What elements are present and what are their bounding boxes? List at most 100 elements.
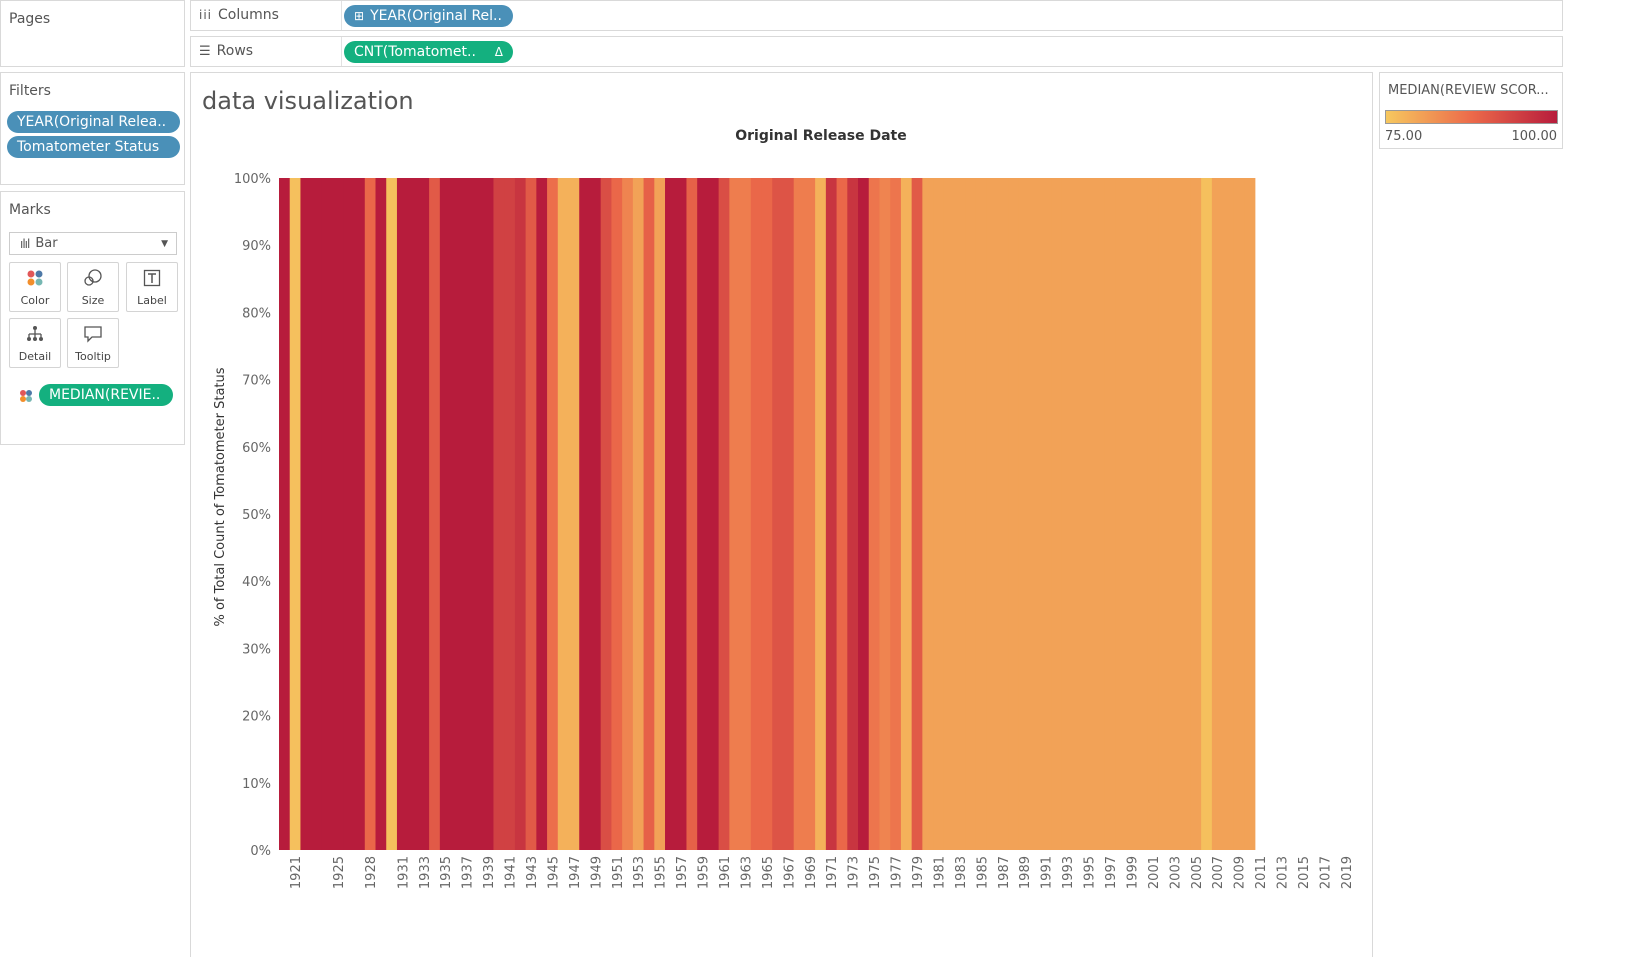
bar-1998[interactable] bbox=[1115, 178, 1127, 850]
bar-1967[interactable] bbox=[782, 178, 795, 850]
bar-1969[interactable] bbox=[804, 178, 816, 850]
bar-1977[interactable] bbox=[890, 178, 902, 850]
bar-1955[interactable] bbox=[654, 178, 666, 850]
bar-1978[interactable] bbox=[900, 178, 913, 850]
bar-1920[interactable] bbox=[279, 178, 291, 850]
bar-1996[interactable] bbox=[1093, 178, 1106, 850]
bar-1991[interactable] bbox=[1040, 178, 1052, 850]
bar-1985[interactable] bbox=[975, 178, 988, 850]
bar-1930[interactable] bbox=[386, 178, 398, 850]
bar-2002[interactable] bbox=[1158, 178, 1170, 850]
bar-1933[interactable] bbox=[418, 178, 430, 850]
bar-1941[interactable] bbox=[504, 178, 516, 850]
bar-1959[interactable] bbox=[697, 178, 709, 850]
bar-1981[interactable] bbox=[933, 178, 945, 850]
columns-shelf[interactable]: iii Columns ⊞ YEAR(Original Rel.. bbox=[190, 0, 1563, 31]
bar-1931[interactable] bbox=[396, 178, 409, 850]
bar-1958[interactable] bbox=[686, 178, 698, 850]
bar-1956[interactable] bbox=[665, 178, 677, 850]
bar-1982[interactable] bbox=[943, 178, 956, 850]
bar-1976[interactable] bbox=[879, 178, 891, 850]
label-card[interactable]: Label bbox=[126, 262, 178, 312]
bar-1945[interactable] bbox=[547, 178, 559, 850]
bar-1999[interactable] bbox=[1126, 178, 1138, 850]
bar-1936[interactable] bbox=[450, 178, 462, 850]
bar-1952[interactable] bbox=[622, 178, 634, 850]
bar-1942[interactable] bbox=[514, 178, 527, 850]
bar-1943[interactable] bbox=[525, 178, 537, 850]
bar-1926[interactable] bbox=[343, 178, 355, 850]
bar-2003[interactable] bbox=[1168, 178, 1181, 850]
bar-2000[interactable] bbox=[1136, 178, 1149, 850]
bar-1997[interactable] bbox=[1104, 178, 1116, 850]
bar-1974[interactable] bbox=[858, 178, 870, 850]
filter-tomatometer-pill[interactable]: Tomatometer Status bbox=[7, 136, 180, 158]
bar-1962[interactable] bbox=[729, 178, 741, 850]
bar-2005[interactable] bbox=[1190, 178, 1202, 850]
bar-1972[interactable] bbox=[836, 178, 848, 850]
bar-1971[interactable] bbox=[825, 178, 838, 850]
bar-1953[interactable] bbox=[632, 178, 645, 850]
bar-1921[interactable] bbox=[289, 178, 302, 850]
bar-2008[interactable] bbox=[1222, 178, 1234, 850]
bar-1987[interactable] bbox=[997, 178, 1009, 850]
bar-1992[interactable] bbox=[1051, 178, 1063, 850]
bar-1947[interactable] bbox=[568, 178, 580, 850]
bar-1939[interactable] bbox=[482, 178, 495, 850]
bar-1960[interactable] bbox=[707, 178, 720, 850]
bar-1948[interactable] bbox=[579, 178, 591, 850]
bar-1980[interactable] bbox=[922, 178, 934, 850]
bar-2010[interactable] bbox=[1244, 178, 1256, 850]
bar-2009[interactable] bbox=[1233, 178, 1245, 850]
bar-2001[interactable] bbox=[1147, 178, 1159, 850]
columns-year-pill[interactable]: ⊞ YEAR(Original Rel.. bbox=[344, 5, 513, 27]
bar-2006[interactable] bbox=[1201, 178, 1213, 850]
bar-1983[interactable] bbox=[954, 178, 966, 850]
bar-1988[interactable] bbox=[1008, 178, 1020, 850]
bar-1924[interactable] bbox=[321, 178, 334, 850]
bar-1964[interactable] bbox=[750, 178, 763, 850]
bar-1975[interactable] bbox=[868, 178, 881, 850]
bar-1923[interactable] bbox=[311, 178, 323, 850]
bar-1937[interactable] bbox=[461, 178, 473, 850]
bar-1973[interactable] bbox=[847, 178, 859, 850]
bar-1940[interactable] bbox=[493, 178, 505, 850]
bar-1970[interactable] bbox=[815, 178, 827, 850]
filter-year-pill[interactable]: YEAR(Original Relea.. bbox=[7, 111, 180, 133]
bar-1957[interactable] bbox=[675, 178, 688, 850]
bar-1965[interactable] bbox=[761, 178, 773, 850]
tooltip-card[interactable]: Tooltip bbox=[67, 318, 119, 368]
color-median-pill[interactable]: MEDIAN(REVIE.. bbox=[39, 384, 173, 406]
bar-1968[interactable] bbox=[793, 178, 806, 850]
color-card[interactable]: Color bbox=[9, 262, 61, 312]
bar-1966[interactable] bbox=[772, 178, 784, 850]
bar-1993[interactable] bbox=[1061, 178, 1074, 850]
bar-1929[interactable] bbox=[375, 178, 387, 850]
bar-1994[interactable] bbox=[1072, 178, 1084, 850]
color-legend-panel[interactable]: MEDIAN(REVIEW SCOR... 75.00 100.00 bbox=[1379, 72, 1563, 149]
rows-cnt-pill[interactable]: CNT(Tomatomet.. Δ bbox=[344, 41, 513, 63]
bar-1935[interactable] bbox=[439, 178, 452, 850]
bar-1950[interactable] bbox=[600, 178, 613, 850]
detail-card[interactable]: Detail bbox=[9, 318, 61, 368]
mark-type-dropdown[interactable]: ılıl Bar ▼ bbox=[9, 232, 177, 255]
bar-1984[interactable] bbox=[965, 178, 977, 850]
bar-1990[interactable] bbox=[1029, 178, 1041, 850]
bar-1944[interactable] bbox=[536, 178, 548, 850]
bar-1934[interactable] bbox=[429, 178, 441, 850]
bar-1954[interactable] bbox=[643, 178, 655, 850]
bar-1922[interactable] bbox=[300, 178, 312, 850]
bar-1986[interactable] bbox=[986, 178, 999, 850]
bar-1938[interactable] bbox=[472, 178, 484, 850]
bar-2004[interactable] bbox=[1179, 178, 1192, 850]
bar-1963[interactable] bbox=[740, 178, 752, 850]
bar-1927[interactable] bbox=[354, 178, 366, 850]
bar-1951[interactable] bbox=[611, 178, 623, 850]
bar-2007[interactable] bbox=[1211, 178, 1224, 850]
size-card[interactable]: Size bbox=[67, 262, 119, 312]
rows-shelf[interactable]: ☰ Rows CNT(Tomatomet.. Δ bbox=[190, 36, 1563, 67]
bar-1979[interactable] bbox=[911, 178, 923, 850]
bar-1961[interactable] bbox=[718, 178, 730, 850]
bar-1946[interactable] bbox=[557, 178, 570, 850]
bar-1995[interactable] bbox=[1083, 178, 1095, 850]
